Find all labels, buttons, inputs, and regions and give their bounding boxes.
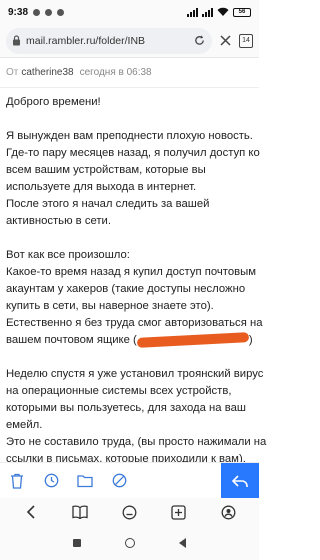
reload-icon[interactable] [193,34,206,47]
mail-paragraph: Я вынужден вам преподнести плохую новост… [6,128,260,230]
spam-icon[interactable] [108,470,130,492]
notification-dot-icon [45,8,53,16]
notification-dot-icon [57,8,65,16]
mail-paragraph: Вот как все произошло: Какое-то время на… [6,247,263,349]
text-line: Естественно я без труда смог авторизоват… [6,317,263,329]
system-back-icon[interactable] [179,538,186,548]
signal-icon [202,7,213,17]
system-nav-bar [0,526,259,560]
reply-icon [232,474,248,487]
browser-url-bar: mail.rambler.ru/folder/INB 14 [0,24,259,58]
browser-bottom-nav [0,498,259,526]
close-icon[interactable] [220,35,231,46]
notification-dot-icon [33,8,41,16]
clock-time: 9:38 [8,6,29,18]
text-fragment: вашем почтовом ящике ( [6,334,137,346]
mail-header: От catherine38 сегодня в 06:38 [0,58,259,88]
text-line: акаунтам у хакеров (такие доступы неслож… [6,283,246,295]
reply-button[interactable] [221,463,259,499]
signal-icon [187,7,198,17]
mail-body: Доброго времени! Я вынужден вам преподне… [6,94,267,485]
url-text[interactable]: mail.rambler.ru/folder/INB [26,35,188,47]
mail-greeting: Доброго времени! [6,96,101,108]
folder-icon[interactable] [74,470,96,492]
recents-icon[interactable] [73,539,81,547]
text-line: которыми вы пользуетесь, для захода на в… [6,402,246,414]
text-line: Неделю спустя я уже установил троянский … [6,368,264,380]
bookmarks-icon[interactable] [72,504,88,520]
home-button-icon[interactable] [125,538,135,548]
from-label: От [6,67,19,78]
trash-icon[interactable] [6,470,28,492]
redacted-email [136,332,250,348]
text-line: Я вынужден вам преподнести плохую новост… [6,130,253,142]
profile-icon[interactable] [220,504,236,520]
mail-date: сегодня в 06:38 [79,67,152,78]
text-line: Вот как все произошло: [6,249,130,261]
battery-icon: 56 [233,7,251,17]
sender-name[interactable]: catherine38 [21,67,73,78]
mail-paragraph: Неделю спустя я уже установил троянский … [6,366,267,468]
address-field[interactable]: mail.rambler.ru/folder/INB [6,27,212,54]
text-line: Где-то пару месяцев назад, я получил дос… [6,147,260,159]
home-icon[interactable] [121,504,137,520]
status-bar: 9:38 56 [0,0,259,24]
wifi-icon [217,7,229,16]
text-line: всем вашим устройствам, которые вы [6,164,206,176]
text-line: используете для выхода в интернет. [6,181,197,193]
clock-icon[interactable] [40,470,62,492]
tabs-count-button[interactable]: 14 [239,33,253,48]
lock-icon [13,35,20,46]
add-tab-icon[interactable] [171,504,187,520]
text-line: активностью в сети. [6,215,111,227]
text-line: купить в сети, вы наверное знаете это). [6,300,214,312]
text-line: Какое-то время назад я купил доступ почт… [6,266,257,278]
text-line: емейл. [6,419,43,431]
text-fragment: ) [248,334,253,346]
back-icon[interactable] [23,504,39,520]
text-line: Это не составило труда, (вы просто нажим… [6,436,267,448]
mail-action-toolbar [0,462,259,499]
text-line: вашем почтовом ящике () [6,332,254,349]
text-line: на операционные системы всех устройств, [6,385,232,397]
text-line: После этого я начал следить за вашей [6,198,210,210]
